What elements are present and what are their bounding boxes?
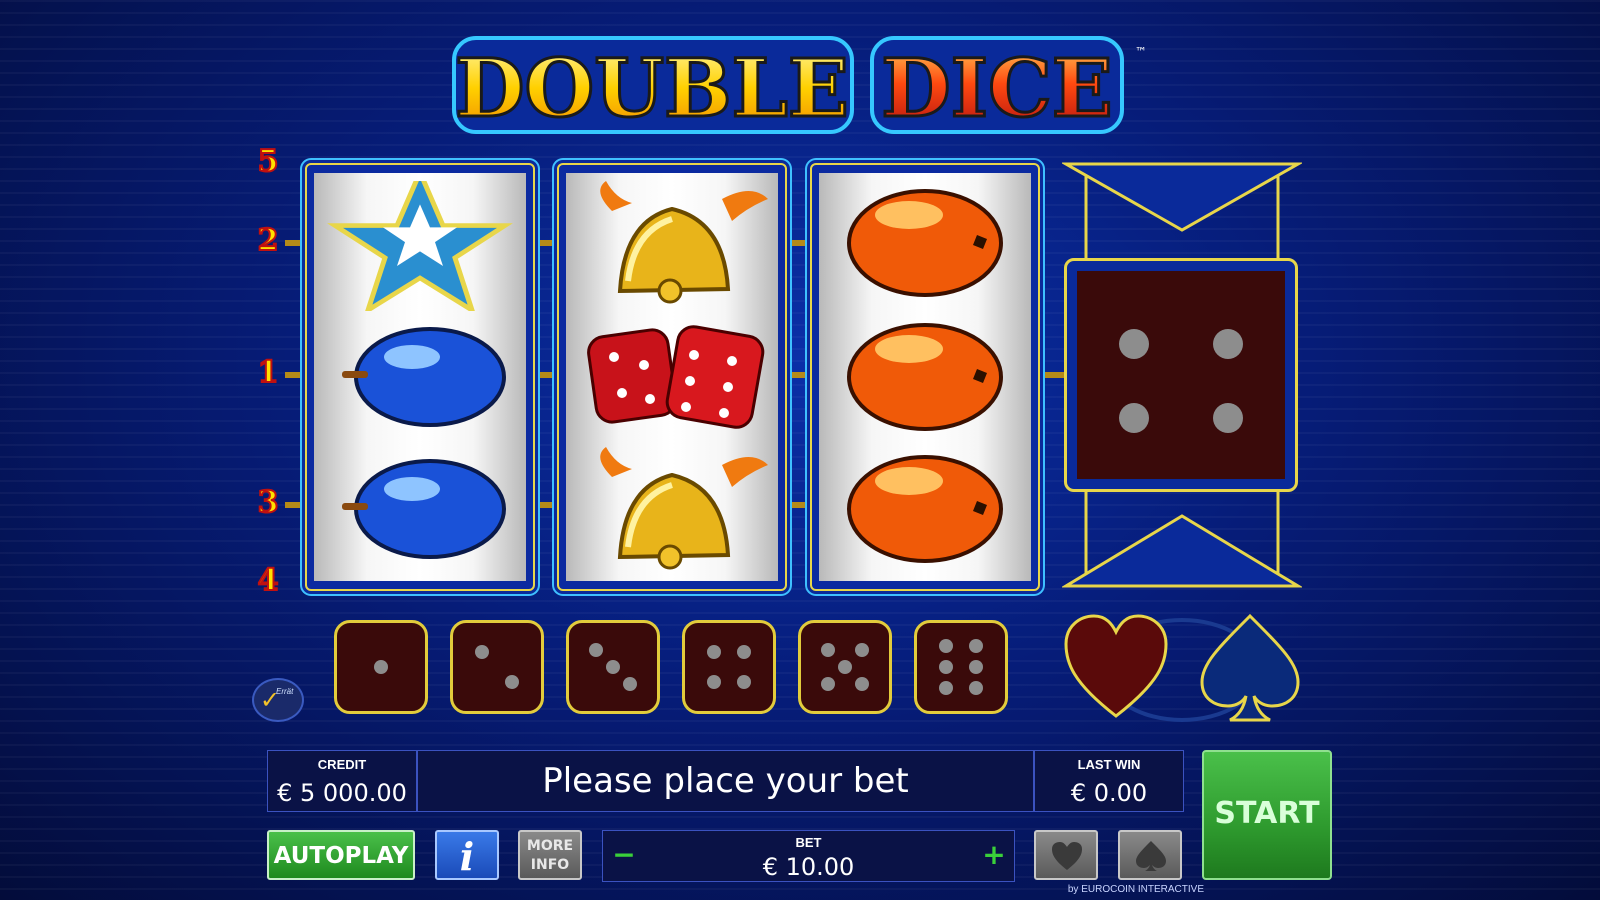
game-logo: DOUBLE DICE ™ — [452, 30, 1164, 140]
dice-face-6 — [914, 620, 1008, 714]
die-pip — [855, 677, 869, 691]
logo-word-dice: DICE — [881, 41, 1112, 135]
bet-panel: − BET € 10.00 + — [602, 830, 1015, 882]
footer-credit: by EUROCOIN INTERACTIVE — [1067, 884, 1204, 895]
payline-number: 1 — [257, 355, 280, 391]
die-pip — [707, 645, 721, 659]
die-pip — [821, 677, 835, 691]
orange-icon — [847, 189, 1003, 297]
dice-face-1 — [334, 620, 428, 714]
gamble-die-face — [1077, 271, 1285, 479]
die-pip — [707, 675, 721, 689]
dice-icon — [587, 325, 765, 429]
die-pip — [969, 681, 983, 695]
info-icon: i — [459, 834, 475, 879]
spade-icon — [1136, 841, 1166, 871]
payline-number: 4 — [257, 563, 280, 599]
credit-label: CREDIT — [317, 757, 367, 772]
bet-label: BET — [795, 835, 822, 850]
die-pip — [505, 675, 519, 689]
badge-text: Errät — [276, 687, 294, 696]
last-win-value: € 0.00 — [1070, 779, 1148, 807]
plum-icon — [342, 327, 506, 427]
plum-icon — [342, 459, 506, 559]
dice-face-2 — [450, 620, 544, 714]
reel-1 — [305, 163, 535, 591]
more-info-button[interactable]: MORE INFO — [518, 830, 582, 880]
trademark-mark: ™ — [1135, 45, 1147, 59]
payline-number: 3 — [257, 485, 280, 521]
reel-2 — [557, 163, 787, 591]
payline-connector — [285, 502, 303, 508]
star-icon — [327, 181, 513, 311]
credit-panel: CREDIT € 5 000.00 — [267, 750, 417, 812]
payline-connector — [784, 502, 808, 508]
orange-icon — [847, 455, 1003, 563]
die-pip — [737, 675, 751, 689]
payline-connector — [285, 372, 303, 378]
dice-face-3 — [566, 620, 660, 714]
autoplay-button[interactable]: AUTOPLAY — [267, 830, 415, 880]
gamble-red-button[interactable] — [1034, 830, 1098, 880]
die-pip — [589, 643, 603, 657]
dice-face-4 — [682, 620, 776, 714]
status-message: Please place your bet — [542, 761, 909, 801]
die-pip — [374, 660, 388, 674]
gamble-die — [1064, 258, 1298, 492]
payline-connector — [285, 240, 303, 246]
bet-value: € 10.00 — [762, 853, 855, 881]
logo-word-double: DOUBLE — [455, 41, 849, 135]
bet-increase-button[interactable]: + — [979, 837, 1009, 875]
die-pip — [969, 639, 983, 653]
start-button[interactable]: START — [1202, 750, 1332, 880]
die-pip — [855, 643, 869, 657]
die-pip — [475, 645, 489, 659]
heart-icon — [1052, 842, 1082, 870]
die-pip — [737, 645, 751, 659]
last-win-label: LAST WIN — [1077, 757, 1141, 772]
die-pip — [1213, 329, 1243, 359]
die-pip — [623, 677, 637, 691]
spade-icon — [1200, 613, 1300, 722]
last-win-panel: LAST WIN € 0.00 — [1034, 750, 1184, 812]
payline-number: 2 — [257, 223, 280, 259]
credit-value: € 5 000.00 — [277, 779, 407, 807]
die-pip — [939, 681, 953, 695]
autoplay-label: AUTOPLAY — [273, 843, 409, 869]
dice-face-5 — [798, 620, 892, 714]
start-label: START — [1214, 796, 1320, 831]
die-pip — [1119, 329, 1149, 359]
heart-icon — [1064, 614, 1168, 718]
die-pip — [939, 660, 953, 674]
payline-connector — [784, 240, 808, 246]
bell-icon — [600, 181, 768, 304]
payline-connector — [784, 372, 808, 378]
info-button[interactable]: i — [435, 830, 499, 880]
message-panel: Please place your bet — [417, 750, 1034, 812]
more-info-line-1: MORE — [526, 838, 574, 854]
die-pip — [838, 660, 852, 674]
die-pip — [939, 639, 953, 653]
orange-icon — [847, 323, 1003, 431]
die-pip — [821, 643, 835, 657]
die-pip — [1119, 403, 1149, 433]
bell-icon — [600, 447, 768, 570]
gamble-black-button[interactable] — [1118, 830, 1182, 880]
more-info-line-2: INFO — [530, 857, 570, 873]
reel-3 — [810, 163, 1040, 591]
die-pip — [606, 660, 620, 674]
game-badge: ✓ Errät — [252, 678, 304, 722]
die-pip — [1213, 403, 1243, 433]
die-pip — [969, 660, 983, 674]
payline-number: 5 — [257, 144, 280, 180]
